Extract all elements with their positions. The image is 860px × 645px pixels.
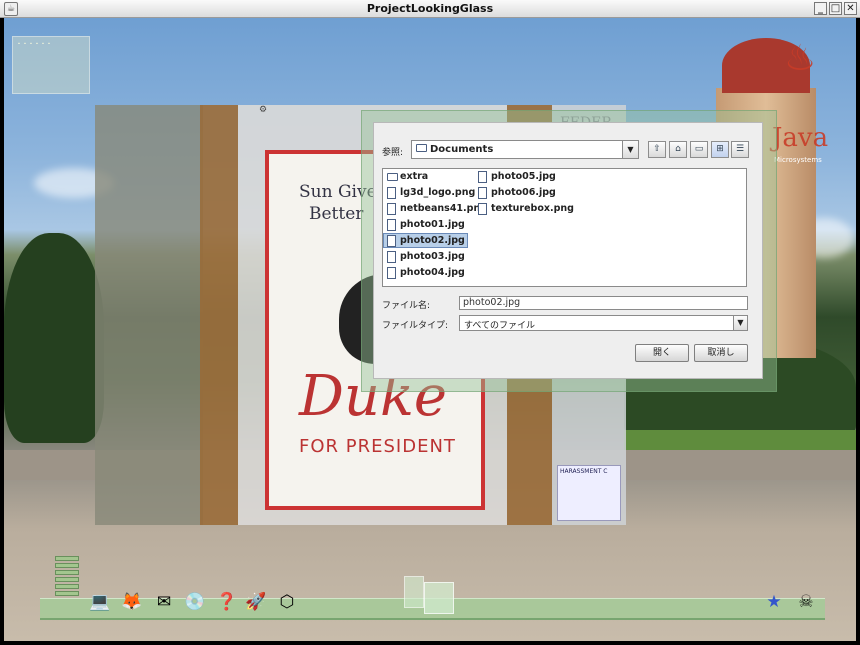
notice-paper: HARASSMENT C [557, 465, 621, 521]
rocket-icon[interactable]: 🚀 [244, 590, 268, 614]
cancel-button[interactable]: 取消し [694, 344, 748, 362]
file-icon [387, 203, 396, 215]
window-thumbnail[interactable] [404, 576, 424, 608]
java-steam-icon: ♨ [784, 38, 817, 79]
filename-field[interactable]: photo02.jpg [459, 296, 748, 310]
file-icon [387, 251, 396, 263]
list-item[interactable]: photo03.jpg [384, 250, 467, 265]
filetype-combo[interactable]: すべてのファイル ▼ [459, 315, 748, 331]
window-title: ProjectLookingGlass [366, 2, 494, 15]
list-view-icon[interactable]: ⊞ [711, 141, 729, 158]
close-button[interactable]: ✕ [844, 2, 857, 15]
photo-left-panel [95, 105, 203, 525]
filetype-value: すべてのファイル [464, 321, 536, 331]
java-logo-text: Java [772, 123, 829, 153]
details-view-icon[interactable]: ☰ [731, 141, 749, 158]
file-name: lg3d_logo.png [400, 187, 476, 198]
java-logo-sub: Microsystems [774, 156, 822, 164]
mail-icon[interactable]: ✉ [152, 590, 176, 614]
filename-label: ファイル名: [382, 301, 431, 311]
list-item[interactable]: photo04.jpg [384, 266, 467, 281]
list-item[interactable]: photo01.jpg [384, 218, 467, 233]
file-name: photo01.jpg [400, 219, 465, 230]
firefox-icon[interactable]: 🦊 [120, 590, 144, 614]
list-item-selected[interactable]: photo02.jpg [383, 233, 468, 248]
tree [4, 233, 104, 443]
list-item[interactable]: photo06.jpg [475, 186, 558, 201]
file-name: photo02.jpg [400, 235, 465, 246]
file-list[interactable]: extra lg3d_logo.png netbeans41.png photo… [382, 168, 747, 287]
file-icon [387, 187, 396, 199]
look-in-value: Documents [430, 144, 494, 155]
file-name: texturebox.png [491, 203, 574, 214]
file-name: photo05.jpg [491, 171, 556, 182]
file-icon [387, 267, 396, 279]
chevron-down-icon[interactable]: ▼ [733, 316, 747, 330]
list-item[interactable]: texturebox.png [475, 202, 576, 217]
new-folder-icon[interactable]: ▭ [690, 141, 708, 158]
notice-title: HARASSMENT C [560, 468, 608, 475]
file-icon [387, 219, 396, 231]
file-icon [478, 171, 487, 183]
cube-icon[interactable]: ⬡ [275, 590, 299, 614]
help-icon[interactable]: ❓ [215, 590, 239, 614]
settings-icon[interactable]: ⚙ [259, 105, 269, 115]
file-icon [478, 187, 487, 199]
poster-subtitle: FOR PRESIDENT [299, 436, 456, 457]
file-name: photo06.jpg [491, 187, 556, 198]
workspace-switcher[interactable] [55, 556, 79, 600]
window-titlebar: ☕ ProjectLookingGlass _ □ ✕ [0, 0, 860, 18]
file-name: netbeans41.png [400, 203, 488, 214]
maximize-button[interactable]: □ [829, 2, 842, 15]
window-thumbnail[interactable] [424, 582, 454, 614]
look-in-combo[interactable]: Documents ▼ [411, 140, 639, 159]
list-item[interactable]: netbeans41.png [384, 202, 489, 217]
folder-icon [387, 173, 398, 181]
file-name: photo03.jpg [400, 251, 465, 262]
computer-icon[interactable]: 💻 [88, 590, 112, 614]
file-name: photo04.jpg [400, 267, 465, 278]
chevron-down-icon[interactable]: ▼ [622, 141, 638, 158]
open-button[interactable]: 開く [635, 344, 689, 362]
look-in-label: 参照: [382, 148, 404, 158]
list-item[interactable]: extra [384, 170, 430, 185]
minimap-label: ・・・・・・ [16, 41, 53, 48]
file-name: extra [400, 171, 429, 182]
folder-icon [416, 144, 427, 152]
cd-icon[interactable]: 💿 [183, 590, 207, 614]
list-item[interactable]: photo05.jpg [475, 170, 558, 185]
star-person-icon[interactable]: ★ [762, 590, 786, 614]
folder-up-icon[interactable]: ⇧ [648, 141, 666, 158]
poster-line2: Better [309, 204, 364, 224]
photo-frame-left [200, 105, 238, 525]
list-item[interactable]: lg3d_logo.png [384, 186, 477, 201]
file-icon [478, 203, 487, 215]
minimize-button[interactable]: _ [814, 2, 827, 15]
pirate-flag-icon[interactable]: ☠ [794, 590, 818, 614]
home-icon[interactable]: ⌂ [669, 141, 687, 158]
filetype-label: ファイルタイプ: [382, 321, 449, 331]
file-icon [387, 235, 396, 247]
workspace-minimap[interactable]: ・・・・・・ [12, 36, 90, 94]
